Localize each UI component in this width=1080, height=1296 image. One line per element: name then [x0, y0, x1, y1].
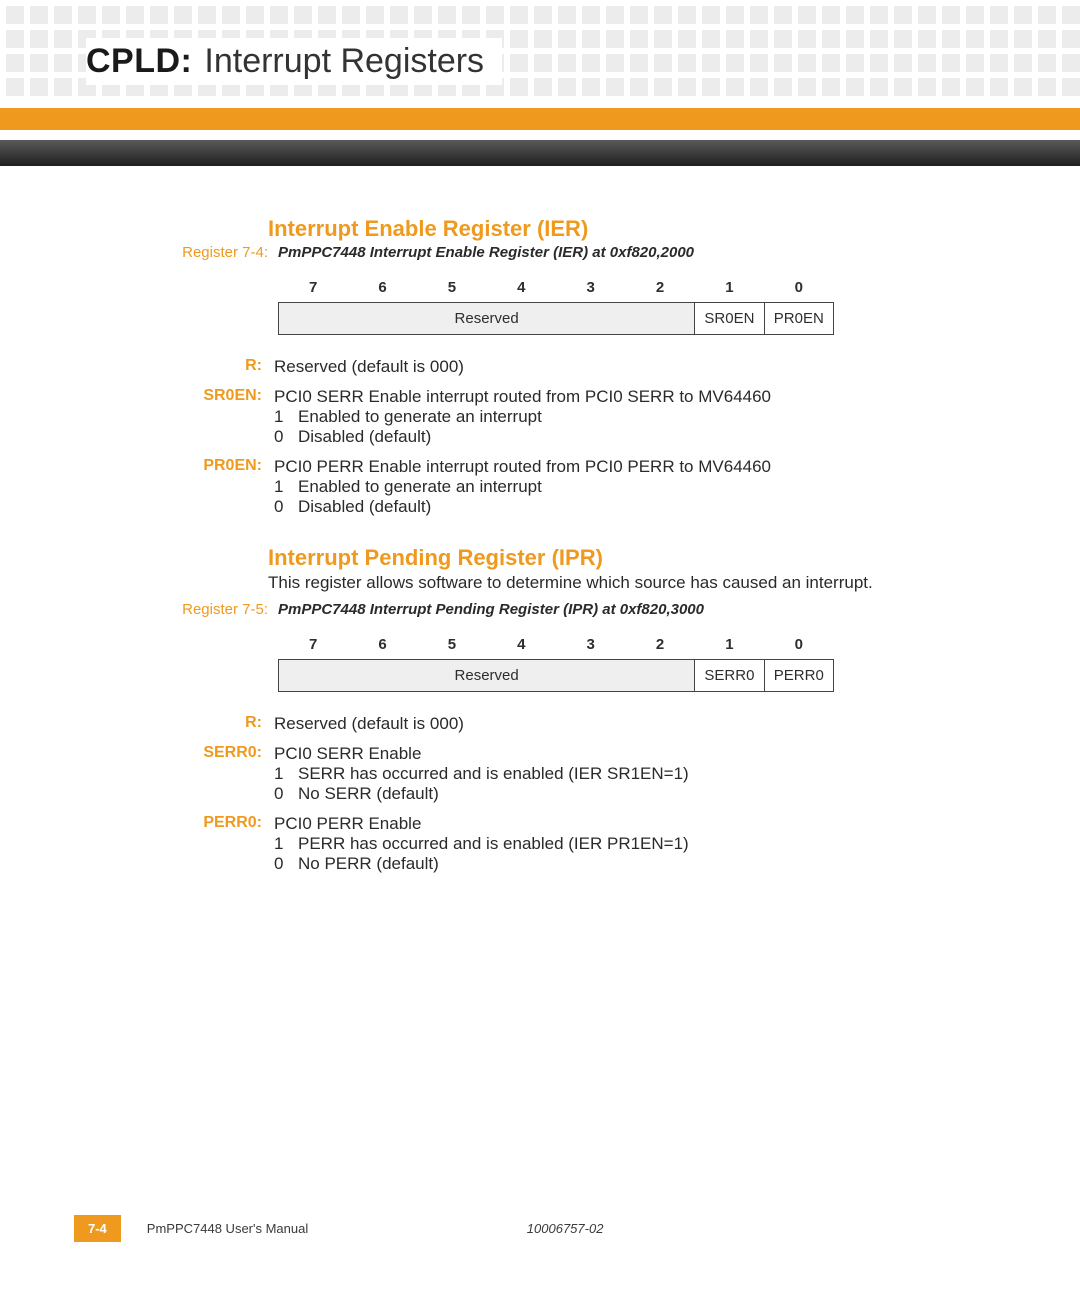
bit-col: 6 — [348, 630, 417, 660]
def-desc: Enabled to generate an interrupt — [298, 477, 542, 497]
orange-bar — [0, 108, 1080, 130]
def-val: 0 — [274, 854, 298, 874]
field-cell: SR0EN — [695, 303, 764, 335]
title-prefix: CPLD: — [86, 42, 192, 81]
bit-col: 2 — [625, 273, 694, 303]
def-label-pr0en: PR0EN: — [80, 457, 274, 517]
def-desc: No SERR (default) — [298, 784, 439, 804]
footer-manual-title: PmPPC7448 User's Manual — [147, 1221, 467, 1236]
bit-table-ier: 7 6 5 4 3 2 1 0 Reserved SR0EN PR0EN — [278, 273, 834, 335]
bit-col: 7 — [279, 273, 348, 303]
bit-col: 1 — [695, 273, 764, 303]
def-label-r: R: — [80, 357, 274, 377]
bit-col: 0 — [764, 630, 833, 660]
def-desc: Enabled to generate an interrupt — [298, 407, 542, 427]
def-desc: No PERR (default) — [298, 854, 439, 874]
register-caption-ipr: Register 7-5: PmPPC7448 Interrupt Pendin… — [80, 601, 1000, 618]
def-label-r: R: — [80, 714, 274, 734]
def-label-serr0: SERR0: — [80, 744, 274, 804]
bit-col: 4 — [487, 630, 556, 660]
ipr-definitions: R: Reserved (default is 000) SERR0: PCI0… — [80, 714, 1000, 874]
def-desc: PERR has occurred and is enabled (IER PR… — [298, 834, 689, 854]
bit-col: 5 — [417, 273, 486, 303]
register-label: Register 7-4: — [80, 244, 278, 261]
def-val: 1 — [274, 407, 298, 427]
def-text: PCI0 SERR Enable interrupt routed from P… — [274, 387, 1000, 407]
bit-header-row: 7 6 5 4 3 2 1 0 — [279, 630, 834, 660]
def-desc: Disabled (default) — [298, 497, 431, 517]
bit-col: 3 — [556, 273, 625, 303]
register-caption-text: PmPPC7448 Interrupt Enable Register (IER… — [278, 244, 694, 261]
def-val: 0 — [274, 497, 298, 517]
footer-doc-code: 10006757-02 — [527, 1221, 604, 1236]
def-desc: Disabled (default) — [298, 427, 431, 447]
def-text: PCI0 SERR Enable — [274, 744, 1000, 764]
bit-col: 2 — [625, 630, 694, 660]
def-text: PCI0 PERR Enable — [274, 814, 1000, 834]
bit-col: 4 — [487, 273, 556, 303]
reserved-cell: Reserved — [279, 660, 695, 692]
content-area: Interrupt Enable Register (IER) Register… — [0, 200, 1080, 1296]
field-cell: PERR0 — [764, 660, 833, 692]
def-val: 0 — [274, 784, 298, 804]
register-caption-ier: Register 7-4: PmPPC7448 Interrupt Enable… — [80, 244, 1000, 261]
field-cell: PR0EN — [764, 303, 833, 335]
section-heading-ipr: Interrupt Pending Register (IPR) — [268, 545, 1000, 571]
field-cell: SERR0 — [695, 660, 764, 692]
bit-col: 1 — [695, 630, 764, 660]
bit-col: 7 — [279, 630, 348, 660]
bit-col: 5 — [417, 630, 486, 660]
def-label-perr0: PERR0: — [80, 814, 274, 874]
page-number-box: 7-4 — [74, 1215, 121, 1242]
dark-bar — [0, 140, 1080, 166]
reserved-cell: Reserved — [279, 303, 695, 335]
def-body: PCI0 SERR Enable interrupt routed from P… — [274, 387, 1000, 447]
def-desc: SERR has occurred and is enabled (IER SR… — [298, 764, 689, 784]
def-text: Reserved (default is 000) — [274, 714, 1000, 734]
def-val: 0 — [274, 427, 298, 447]
bit-col: 3 — [556, 630, 625, 660]
page-title: CPLD: Interrupt Registers — [86, 38, 502, 85]
def-body: PCI0 PERR Enable 1PERR has occurred and … — [274, 814, 1000, 874]
ier-definitions: R: Reserved (default is 000) SR0EN: PCI0… — [80, 357, 1000, 517]
register-label: Register 7-5: — [80, 601, 278, 618]
bit-header-row: 7 6 5 4 3 2 1 0 — [279, 273, 834, 303]
def-body: PCI0 SERR Enable 1SERR has occurred and … — [274, 744, 1000, 804]
def-text: PCI0 PERR Enable interrupt routed from P… — [274, 457, 1000, 477]
register-caption-text: PmPPC7448 Interrupt Pending Register (IP… — [278, 601, 704, 618]
bit-col: 0 — [764, 273, 833, 303]
def-val: 1 — [274, 764, 298, 784]
def-text: Reserved (default is 000) — [274, 357, 1000, 377]
def-val: 1 — [274, 477, 298, 497]
title-text: Interrupt Registers — [204, 42, 484, 81]
bit-field-row: Reserved SR0EN PR0EN — [279, 303, 834, 335]
section-heading-ier: Interrupt Enable Register (IER) — [268, 216, 1000, 242]
def-body: PCI0 PERR Enable interrupt routed from P… — [274, 457, 1000, 517]
bit-col: 6 — [348, 273, 417, 303]
page-footer: 7-4 PmPPC7448 User's Manual 10006757-02 — [74, 1215, 1020, 1242]
bit-field-row: Reserved SERR0 PERR0 — [279, 660, 834, 692]
def-val: 1 — [274, 834, 298, 854]
ipr-intro: This register allows software to determi… — [268, 573, 1000, 593]
def-label-sr0en: SR0EN: — [80, 387, 274, 447]
bit-table-ipr: 7 6 5 4 3 2 1 0 Reserved SERR0 PERR0 — [278, 630, 834, 692]
